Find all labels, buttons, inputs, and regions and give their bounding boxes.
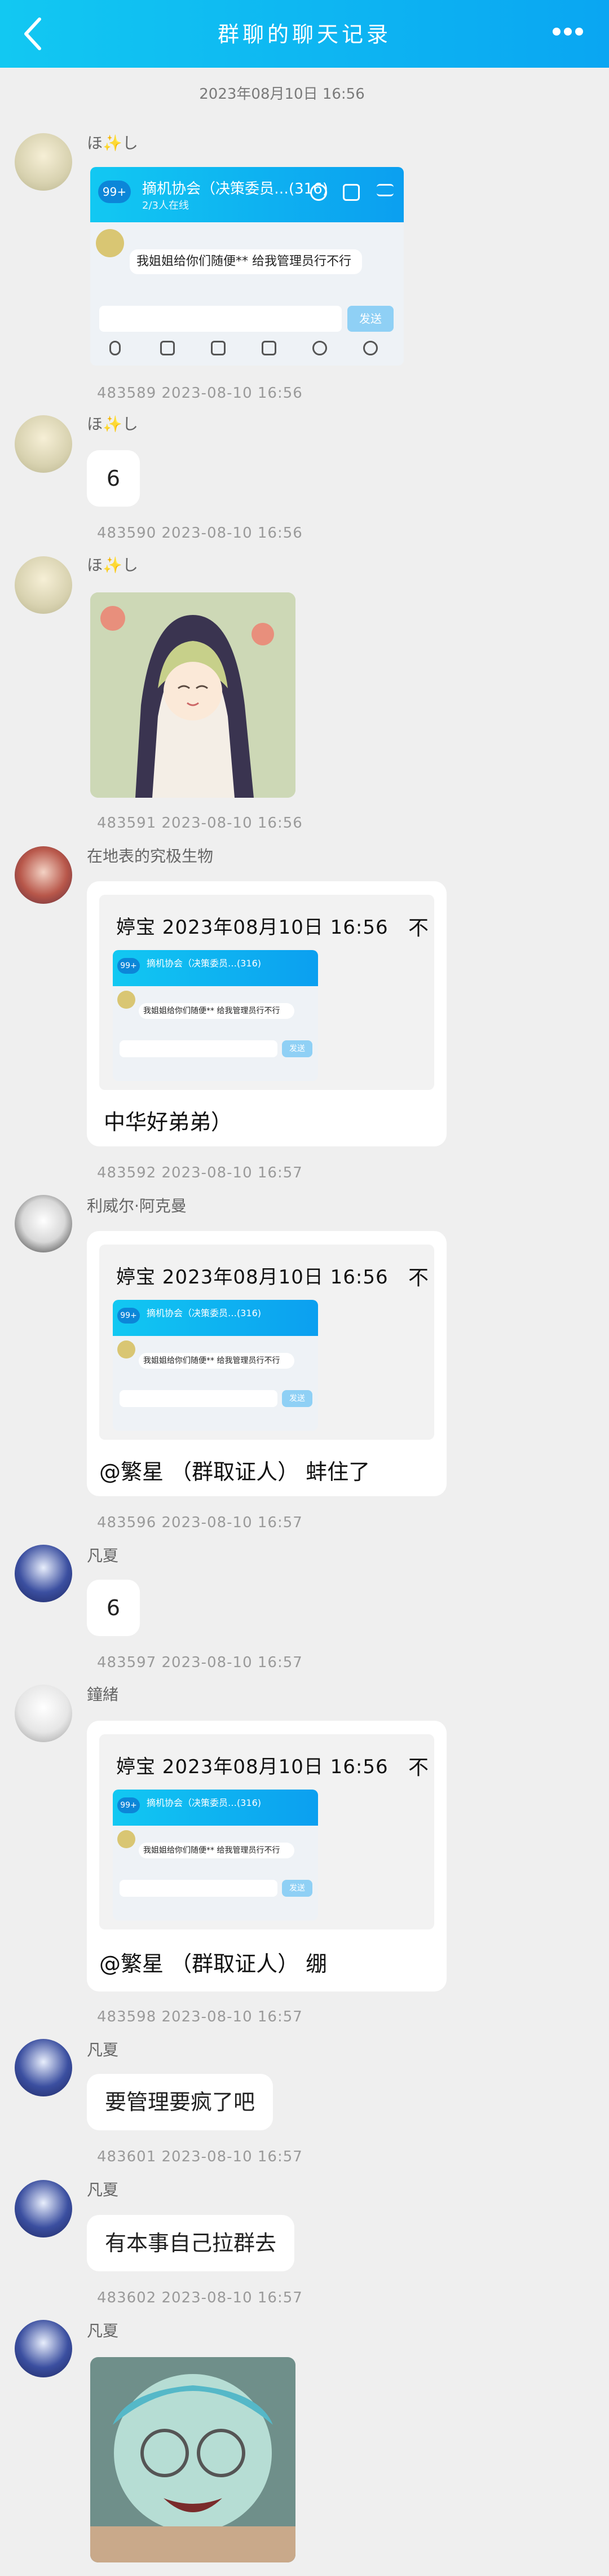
- menu-icon: [377, 184, 394, 196]
- message-text: @繁星 （群取证人） 蚌住了: [99, 1460, 370, 1484]
- sender-name: 凡夏: [87, 1546, 119, 1565]
- quote-truncated: 不: [408, 1267, 429, 1290]
- top-bar: 群聊的聊天记录: [0, 0, 609, 68]
- message-meta: 483591 2023-08-10 16:56: [97, 815, 303, 832]
- message-bubble[interactable]: 有本事自己拉群去: [87, 2215, 295, 2271]
- mini-send: 发送: [347, 306, 394, 332]
- message-bubble[interactable]: 要管理要疯了吧: [87, 2074, 273, 2130]
- edit-icon: [343, 184, 360, 201]
- message-bubble[interactable]: 6: [87, 1580, 140, 1636]
- quoted-message[interactable]: 婷宝 2023年08月10日 16:56 不 99+ 摘机协会（决策委员…(316…: [99, 895, 434, 1090]
- chat-bubble-icon: [310, 184, 327, 201]
- avatar[interactable]: [15, 556, 72, 614]
- quoted-screenshot: 99+ 摘机协会（决策委员…(316) 我姐姐给你们随便** 给我管理员行不行 发…: [113, 1790, 318, 1920]
- mini-header: 99+ 摘机协会（决策委员…(316) 2/3人在线: [90, 167, 404, 222]
- date-divider: 2023年08月10日 16:56: [199, 86, 365, 103]
- message-meta: 483597 2023-08-10 16:57: [97, 1654, 303, 1671]
- message-text: @繁星 （群取证人） 绷: [99, 1951, 328, 1976]
- avatar[interactable]: [15, 846, 72, 904]
- message-meta: 483592 2023-08-10 16:57: [97, 1164, 303, 1181]
- message-bubble[interactable]: 婷宝 2023年08月10日 16:56 不 99+ 摘机协会（决策委员…(316…: [87, 1721, 447, 1992]
- mini-group-title: 摘机协会（决策委员…(316): [142, 181, 328, 197]
- sender-name: ほ✨し: [87, 556, 138, 574]
- message-text: 中华好弟弟）: [104, 1110, 233, 1135]
- more-dots-icon[interactable]: [553, 27, 586, 38]
- page-title: 群聊的聊天记录: [217, 22, 391, 47]
- quote-truncated: 不: [408, 917, 429, 940]
- screenshot-image[interactable]: 99+ 摘机协会（决策委员…(316) 2/3人在线 我姐姐给你们随便** 给我…: [90, 167, 404, 366]
- sender-name: 利威尔·阿克曼: [87, 1197, 187, 1215]
- unread-badge: 99+: [98, 181, 131, 203]
- avatar[interactable]: [15, 133, 72, 191]
- avatar[interactable]: [15, 2039, 72, 2096]
- sticker-image[interactable]: [90, 592, 295, 798]
- mini-subtitle: 2/3人在线: [142, 200, 189, 212]
- message-meta: 483598 2023-08-10 16:57: [97, 2008, 303, 2025]
- sender-name: 凡夏: [87, 2181, 119, 2199]
- quote-header: 婷宝 2023年08月10日 16:56: [116, 916, 389, 939]
- avatar[interactable]: [15, 415, 72, 473]
- quoted-message[interactable]: 婷宝 2023年08月10日 16:56 不 99+ 摘机协会（决策委员…(316…: [99, 1734, 434, 1929]
- avatar[interactable]: [15, 1195, 72, 1252]
- quote-header: 婷宝 2023年08月10日 16:56: [116, 1266, 389, 1289]
- message-meta: 483596 2023-08-10 16:57: [97, 1514, 303, 1531]
- message-bubble[interactable]: 婷宝 2023年08月10日 16:56 不 99+ 摘机协会（决策委员…(316…: [87, 1231, 447, 1496]
- avatar[interactable]: [15, 2180, 72, 2237]
- mini-message: 我姐姐给你们随便** 给我管理员行不行: [130, 249, 362, 274]
- sender-name: 凡夏: [87, 2041, 119, 2059]
- avatar[interactable]: [15, 1685, 72, 1742]
- message-bubble[interactable]: 婷宝 2023年08月10日 16:56 不 99+ 摘机协会（决策委员…(316…: [87, 881, 447, 1146]
- quoted-message[interactable]: 婷宝 2023年08月10日 16:56 不 99+ 摘机协会（决策委员…(316…: [99, 1245, 434, 1440]
- quoted-screenshot: 99+ 摘机协会（决策委员…(316) 我姐姐给你们随便** 给我管理员行不行 发…: [113, 1300, 318, 1431]
- message-meta: 483590 2023-08-10 16:56: [97, 525, 303, 542]
- sender-name: ほ✨し: [87, 415, 138, 433]
- message-meta: 483589 2023-08-10 16:56: [97, 385, 303, 402]
- avatar[interactable]: [15, 1545, 72, 1602]
- message-meta: 483601 2023-08-10 16:57: [97, 2148, 303, 2165]
- sticker-image[interactable]: [90, 2357, 295, 2562]
- message-bubble[interactable]: 6: [87, 450, 140, 507]
- sender-name: 凡夏: [87, 2322, 119, 2340]
- mini-input: [99, 306, 342, 332]
- avatar[interactable]: [15, 2320, 72, 2377]
- quote-header: 婷宝 2023年08月10日 16:56: [116, 1756, 389, 1778]
- sender-name: 在地表的究极生物: [87, 847, 214, 865]
- quote-truncated: 不: [408, 1756, 429, 1779]
- sender-name: ほ✨し: [87, 134, 138, 152]
- quoted-screenshot: 99+ 摘机协会（决策委员…(316) 我姐姐给你们随便** 给我管理员行不行 发…: [113, 950, 318, 1081]
- sender-name: 鐘緒: [87, 1685, 119, 1704]
- mini-avatar: [96, 229, 124, 257]
- message-meta: 483602 2023-08-10 16:57: [97, 2289, 303, 2306]
